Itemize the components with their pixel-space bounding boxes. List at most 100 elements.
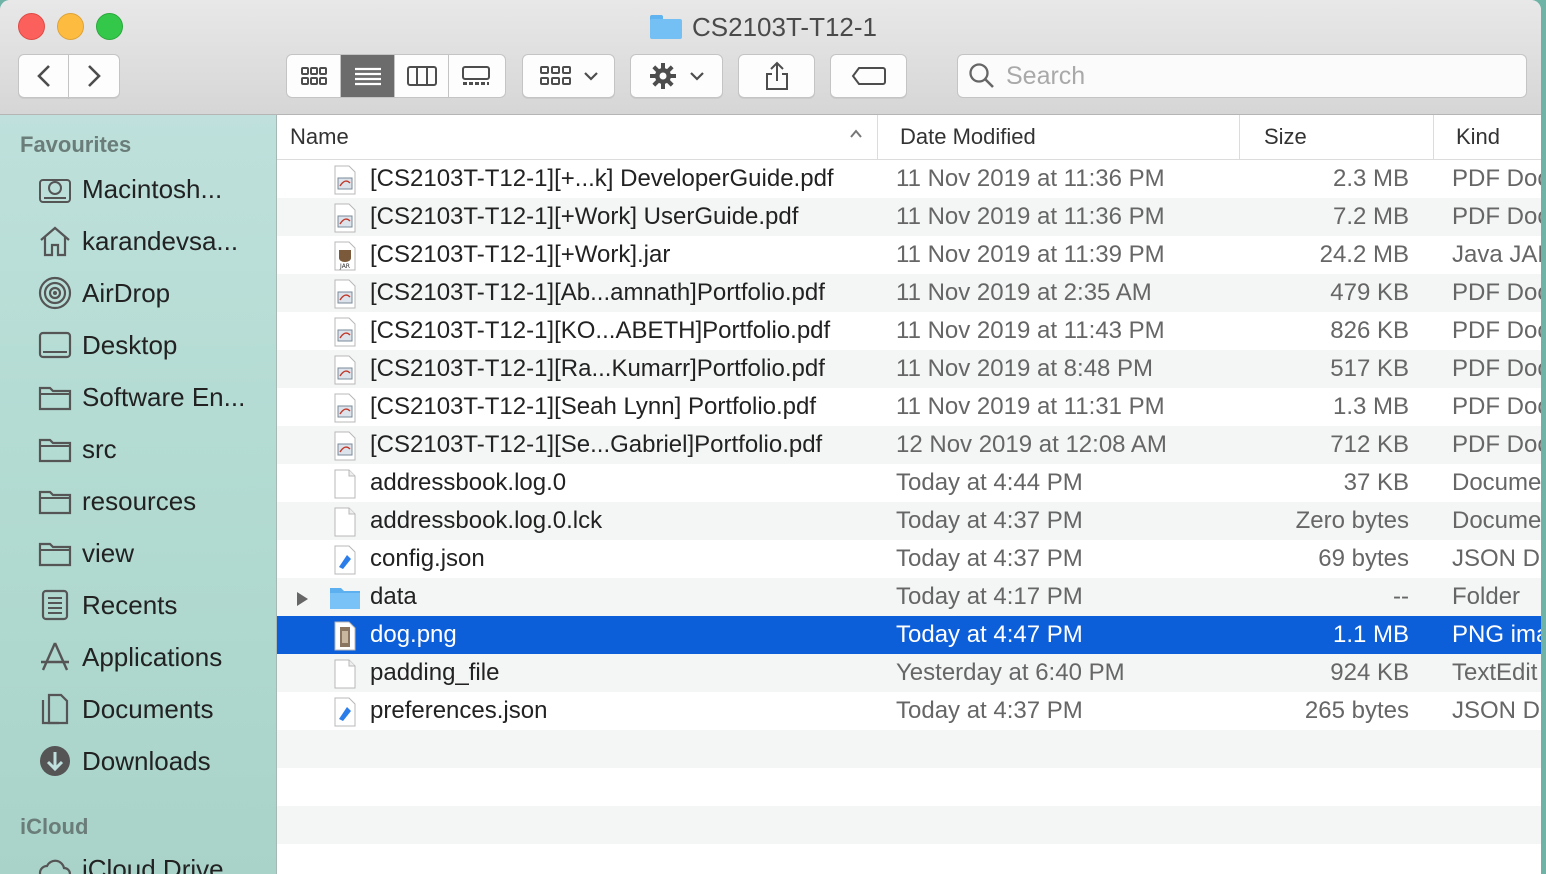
back-button[interactable] (18, 54, 69, 98)
airdrop-icon (36, 274, 74, 312)
sidebar-item-resources[interactable]: resources (36, 479, 266, 523)
sidebar-item-applications[interactable]: Applications (36, 635, 266, 679)
sidebar-item-macintosh[interactable]: Macintosh... (36, 167, 266, 211)
empty-row (277, 730, 1541, 768)
file-kind: Java JAR (1452, 241, 1541, 268)
file-name: preferences.json (370, 697, 548, 724)
file-kind: PDF Doc (1452, 317, 1541, 344)
file-row[interactable]: preferences.json Today at 4:37 PM 265 byte… (277, 692, 1541, 730)
sidebar-item-documents[interactable]: Documents (36, 687, 266, 731)
desktop-icon (36, 326, 74, 364)
gallery-view-button[interactable] (449, 55, 502, 97)
list-view-icon (354, 67, 381, 86)
sidebar-item-recents[interactable]: Recents (36, 583, 266, 627)
file-row[interactable]: data Today at 4:17 PM -- Folder (277, 578, 1541, 616)
folder-icon (329, 585, 360, 615)
file-size: 37 KB (1343, 469, 1409, 496)
file-row[interactable]: config.json Today at 4:37 PM 69 bytes JSON … (277, 540, 1541, 578)
sidebar-item-downloads[interactable]: Downloads (36, 739, 266, 783)
group-by-button[interactable] (522, 54, 615, 98)
search-input[interactable] (1004, 60, 1508, 92)
sidebar-item-airdrop[interactable]: AirDrop (36, 271, 266, 315)
list-view-button[interactable] (341, 55, 395, 97)
file-kind: TextEdit (1452, 659, 1538, 686)
column-header-kind[interactable]: Kind (1433, 115, 1541, 159)
tags-button[interactable] (830, 54, 907, 98)
file-date-modified: Today at 4:37 PM (896, 507, 1083, 534)
file-date-modified: 11 Nov 2019 at 11:36 PM (896, 203, 1165, 230)
file-name: [CS2103T-T12-1][+Work] UserGuide.pdf (370, 203, 799, 230)
file-size: 1.1 MB (1332, 621, 1409, 648)
file-name: padding_file (370, 659, 500, 686)
disclosure-triangle-icon[interactable] (293, 587, 311, 606)
file-kind: Folder (1452, 583, 1521, 610)
file-size: 712 KB (1330, 431, 1409, 458)
column-header-date[interactable]: Date Modified (877, 115, 1239, 159)
forward-button[interactable] (68, 54, 120, 98)
column-header-name[interactable]: Name (277, 115, 877, 159)
sidebar-item-src[interactable]: src (36, 427, 266, 471)
gallery-view-icon (461, 66, 490, 85)
file-row[interactable]: [CS2103T-T12-1][Seah Lynn] Portfolio.pdf… (277, 388, 1541, 426)
gear-icon (649, 63, 676, 89)
file-row[interactable]: [CS2103T-T12-1][Ab...amnath]Portfolio.pd… (277, 274, 1541, 312)
file-date-modified: 11 Nov 2019 at 11:43 PM (896, 317, 1165, 344)
sidebar-item-icloud-drive[interactable]: iCloud Drive (36, 847, 266, 874)
sidebar-item-software-en[interactable]: Software En... (36, 375, 266, 419)
zoom-window-button[interactable] (96, 13, 123, 40)
cloud-icon (36, 850, 74, 874)
file-date-modified: Today at 4:37 PM (896, 545, 1083, 572)
sidebar-item-view[interactable]: view (36, 531, 266, 575)
file-name: addressbook.log.0 (370, 469, 567, 496)
column-header: Name Date Modified Size Kind (277, 115, 1541, 160)
file-list: Name Date Modified Size Kind [CS2103T-T1… (277, 115, 1541, 874)
sidebar-item-label: src (82, 433, 117, 464)
action-menu-button[interactable] (630, 54, 723, 98)
sidebar-item-desktop[interactable]: Desktop (36, 323, 266, 367)
file-row[interactable]: addressbook.log.0.lck Today at 4:37 PM Zer… (277, 502, 1541, 540)
file-size: 265 bytes (1304, 697, 1409, 724)
file-kind: PDF Doc (1452, 279, 1541, 306)
file-date-modified: 11 Nov 2019 at 11:36 PM (896, 165, 1165, 192)
document-icon (333, 469, 357, 499)
sidebar-item-label: AirDrop (82, 277, 171, 308)
search-field[interactable] (957, 54, 1527, 98)
pdf-icon (333, 279, 357, 309)
pdf-icon (333, 317, 357, 347)
file-row[interactable]: [CS2103T-T12-1][Se...Gabriel]Portfolio.p… (277, 426, 1541, 464)
icon-view-button[interactable] (287, 55, 341, 97)
minimize-window-button[interactable] (57, 13, 84, 40)
file-kind: PDF Doc (1452, 203, 1541, 230)
file-row[interactable]: [CS2103T-T12-1][Ra...Kumarr]Portfolio.pd… (277, 350, 1541, 388)
share-button[interactable] (738, 54, 815, 98)
file-size: 7.2 MB (1332, 203, 1409, 230)
file-row[interactable]: dog.png Today at 4:47 PM 1.1 MB PNG ima (277, 616, 1541, 654)
file-row[interactable]: padding_file Yesterday at 6:40 PM 924 KB Te… (277, 654, 1541, 692)
file-row[interactable]: JAR [CS2103T-T12-1][+Work].jar 11 Nov 2019… (277, 236, 1541, 274)
empty-row (277, 768, 1541, 806)
empty-row (277, 806, 1541, 844)
file-name: addressbook.log.0.lck (370, 507, 603, 534)
file-name: [CS2103T-T12-1][Ra...Kumarr]Portfolio.pd… (370, 355, 825, 382)
icon-view-icon (300, 67, 327, 85)
file-row[interactable]: [CS2103T-T12-1][+Work] UserGuide.pdf 11 N… (277, 198, 1541, 236)
file-row[interactable]: addressbook.log.0 Today at 4:44 PM 37 KB Do… (277, 464, 1541, 502)
file-size: 479 KB (1330, 279, 1409, 306)
file-row[interactable]: [CS2103T-T12-1][KO...ABETH]Portfolio.pdf… (277, 312, 1541, 350)
json-icon (333, 545, 357, 575)
column-header-size[interactable]: Size (1239, 115, 1433, 159)
sidebar-item-label: resources (82, 485, 197, 516)
file-date-modified: Today at 4:37 PM (896, 697, 1083, 724)
sort-ascending-icon (850, 129, 862, 138)
file-name: dog.png (370, 621, 457, 648)
column-view-button[interactable] (395, 55, 449, 97)
file-size: 2.3 MB (1332, 165, 1409, 192)
sidebar-item-home[interactable]: karandevsa... (36, 219, 266, 263)
close-window-button[interactable] (18, 13, 45, 40)
file-size: -- (1393, 583, 1409, 610)
file-kind: PNG ima (1452, 621, 1541, 648)
document-icon (333, 507, 357, 537)
file-row[interactable]: [CS2103T-T12-1][+...k] DeveloperGuide.pd… (277, 160, 1541, 198)
sidebar-item-label: Desktop (82, 329, 178, 360)
folder-icon (36, 534, 74, 572)
